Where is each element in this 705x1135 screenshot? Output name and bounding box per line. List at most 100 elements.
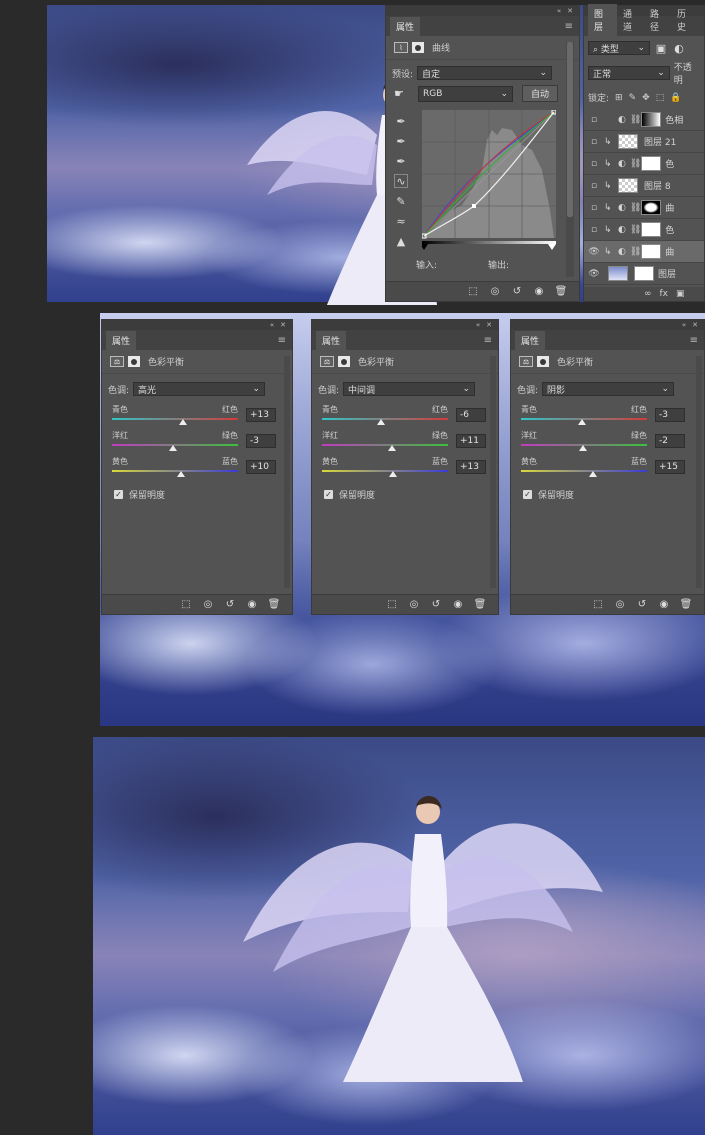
slider-track[interactable] xyxy=(322,444,448,446)
tab-history[interactable]: 历史 xyxy=(673,4,698,36)
slider-thumb[interactable] xyxy=(578,445,587,451)
slider-thumb[interactable] xyxy=(169,445,178,451)
layer-row[interactable]: ▫ ↳ ◐ ⛓ 色 xyxy=(584,153,704,175)
mask-icon[interactable] xyxy=(412,42,424,53)
filter-adjust-icon[interactable]: ◐ xyxy=(672,41,686,55)
slider-thumb[interactable] xyxy=(389,471,398,477)
scrollbar[interactable] xyxy=(490,356,496,588)
view-previous-icon[interactable]: ◎ xyxy=(200,599,216,610)
color-slider[interactable]: 黄色 蓝色 xyxy=(322,456,448,477)
collapse-icon[interactable]: « xyxy=(270,321,274,329)
scrollbar[interactable] xyxy=(566,42,574,277)
eyedropper-black-icon[interactable]: ✒ xyxy=(394,114,408,128)
slider-track[interactable] xyxy=(112,470,238,472)
checkbox[interactable]: ✓ xyxy=(324,490,333,499)
visibility-toggle[interactable]: ▫ xyxy=(584,203,604,213)
slider-thumb[interactable] xyxy=(589,471,598,477)
slider-value-field[interactable]: +11 xyxy=(456,434,486,448)
visibility-toggle[interactable]: ▫ xyxy=(584,181,604,191)
clip-to-layer-icon[interactable]: ⬚ xyxy=(384,599,400,610)
view-previous-icon[interactable]: ◎ xyxy=(612,599,628,610)
close-icon[interactable]: ✕ xyxy=(567,7,573,15)
scrollbar[interactable] xyxy=(284,356,290,588)
eye-icon[interactable]: 👁 xyxy=(584,269,604,279)
mask-icon[interactable] xyxy=(128,356,140,367)
tone-dropdown[interactable]: 阴影 ⌄ xyxy=(542,382,675,396)
slider-value-field[interactable]: -3 xyxy=(246,434,276,448)
slider-value-field[interactable]: +15 xyxy=(655,460,685,474)
collapse-icon[interactable]: « xyxy=(682,321,686,329)
slider-track[interactable] xyxy=(521,470,647,472)
preserve-luminosity[interactable]: ✓ 保留明度 xyxy=(523,488,574,501)
close-icon[interactable]: ✕ xyxy=(486,321,492,329)
visibility-toggle[interactable]: ▫ xyxy=(584,225,604,235)
color-slider[interactable]: 青色 红色 xyxy=(112,404,238,425)
visibility-eye-icon[interactable]: ◉ xyxy=(656,599,672,610)
add-mask-icon[interactable]: ▣ xyxy=(676,289,685,299)
tab-paths[interactable]: 路径 xyxy=(646,4,671,36)
visibility-toggle[interactable]: ▫ xyxy=(584,115,604,125)
collapse-icon[interactable]: « xyxy=(557,7,561,15)
tone-dropdown[interactable]: 高光 ⌄ xyxy=(133,382,266,396)
layer-row[interactable]: ▫ ↳ ◐ ⛓ 曲 xyxy=(584,197,704,219)
tab-layers[interactable]: 图层 xyxy=(588,4,617,36)
tone-dropdown[interactable]: 中间调 ⌄ xyxy=(343,382,476,396)
color-slider[interactable]: 青色 红色 xyxy=(521,404,647,425)
curve-edit-icon[interactable]: ∿ xyxy=(394,174,408,188)
auto-button[interactable]: 自动 xyxy=(522,85,558,102)
curves-graph[interactable] xyxy=(422,110,556,250)
reset-icon[interactable]: ↺ xyxy=(509,286,525,297)
layer-row[interactable]: ▫ ↳ 图层 21 xyxy=(584,131,704,153)
visibility-eye-icon[interactable]: ◉ xyxy=(450,599,466,610)
slider-value-field[interactable]: +13 xyxy=(456,460,486,474)
fx-icon[interactable]: fx xyxy=(660,289,669,299)
clip-to-layer-icon[interactable]: ⬚ xyxy=(465,286,481,297)
link-layers-icon[interactable]: ∞ xyxy=(644,289,652,299)
tab-properties[interactable]: 属性 xyxy=(106,331,137,350)
reset-icon[interactable]: ↺ xyxy=(428,599,444,610)
tab-channels[interactable]: 通道 xyxy=(619,4,644,36)
slider-thumb[interactable] xyxy=(387,445,396,451)
trash-icon[interactable]: 🗑 xyxy=(553,286,569,297)
tab-properties[interactable]: 属性 xyxy=(515,331,546,350)
color-slider[interactable]: 黄色 蓝色 xyxy=(521,456,647,477)
layer-row[interactable]: 👁 图层 xyxy=(584,263,704,285)
slider-value-field[interactable]: -6 xyxy=(456,408,486,422)
mask-icon[interactable] xyxy=(537,356,549,367)
color-slider[interactable]: 洋红 绿色 xyxy=(322,430,448,451)
slider-thumb[interactable] xyxy=(179,419,188,425)
filter-image-icon[interactable]: ▣ xyxy=(654,41,668,55)
slider-track[interactable] xyxy=(322,470,448,472)
trash-icon[interactable]: 🗑 xyxy=(472,599,488,610)
color-slider[interactable]: 洋红 绿色 xyxy=(521,430,647,451)
channel-dropdown[interactable]: RGB ⌄ xyxy=(418,86,513,102)
layer-row[interactable]: ▫ ◐ ⛓ 色相 xyxy=(584,109,704,131)
preserve-luminosity[interactable]: ✓ 保留明度 xyxy=(114,488,165,501)
close-icon[interactable]: ✕ xyxy=(692,321,698,329)
lock-pixels-icon[interactable]: ✎ xyxy=(629,93,637,103)
eyedropper-gray-icon[interactable]: ✒ xyxy=(394,134,408,148)
slider-value-field[interactable]: +10 xyxy=(246,460,276,474)
panel-menu-icon[interactable]: ≡ xyxy=(278,335,286,350)
slider-track[interactable] xyxy=(112,418,238,420)
preserve-luminosity[interactable]: ✓ 保留明度 xyxy=(324,488,375,501)
lock-transparency-icon[interactable]: ⊞ xyxy=(615,93,623,103)
layer-row[interactable]: ▫ ↳ ◐ ⛓ 色 xyxy=(584,219,704,241)
lock-position-icon[interactable]: ✥ xyxy=(642,93,650,103)
visibility-eye-icon[interactable]: ◉ xyxy=(531,286,547,297)
checkbox[interactable]: ✓ xyxy=(114,490,123,499)
reset-icon[interactable]: ↺ xyxy=(222,599,238,610)
lock-all-icon[interactable]: 🔒 xyxy=(670,93,681,103)
view-previous-icon[interactable]: ◎ xyxy=(406,599,422,610)
panel-menu-icon[interactable]: ≡ xyxy=(690,335,698,350)
close-icon[interactable]: ✕ xyxy=(280,321,286,329)
scrollbar[interactable] xyxy=(696,356,702,588)
panel-menu-icon[interactable]: ≡ xyxy=(565,21,573,36)
slider-value-field[interactable]: +13 xyxy=(246,408,276,422)
slider-thumb[interactable] xyxy=(578,419,587,425)
collapse-icon[interactable]: « xyxy=(476,321,480,329)
slider-thumb[interactable] xyxy=(377,419,386,425)
eye-icon[interactable]: 👁 xyxy=(584,247,604,257)
mask-icon[interactable] xyxy=(338,356,350,367)
slider-thumb[interactable] xyxy=(177,471,186,477)
